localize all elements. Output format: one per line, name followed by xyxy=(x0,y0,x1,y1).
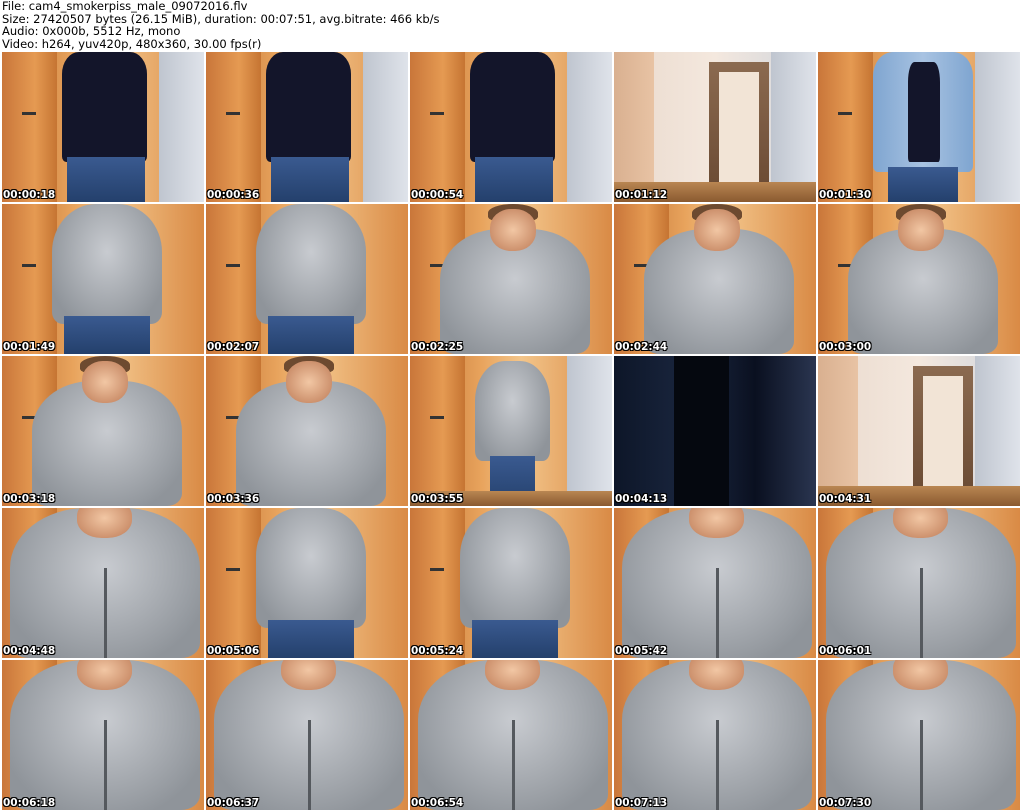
thumbnail-image xyxy=(818,356,1020,506)
thumbnail-timestamp: 00:05:24 xyxy=(411,645,464,657)
thumbnail-image xyxy=(614,52,816,202)
thumbnail-image xyxy=(206,52,408,202)
thumbnail-timestamp: 00:04:48 xyxy=(3,645,56,657)
thumbnail-image xyxy=(818,204,1020,354)
video-thumbnail: 00:06:18 xyxy=(2,660,204,810)
thumbnail-timestamp: 00:04:31 xyxy=(819,493,872,505)
thumbnail-timestamp: 00:03:18 xyxy=(3,493,56,505)
thumbnail-timestamp: 00:05:06 xyxy=(207,645,260,657)
thumbnail-timestamp: 00:06:37 xyxy=(207,797,260,809)
thumbnail-timestamp: 00:00:54 xyxy=(411,189,464,201)
video-thumbnail: 00:04:31 xyxy=(818,356,1020,506)
thumbnail-image xyxy=(410,660,612,810)
thumbnail-image xyxy=(2,356,204,506)
video-thumbnail: 00:00:36 xyxy=(206,52,408,202)
thumbnail-image xyxy=(2,508,204,658)
video-thumbnail: 00:02:07 xyxy=(206,204,408,354)
video-thumbnail: 00:01:12 xyxy=(614,52,816,202)
thumbnail-timestamp: 00:03:55 xyxy=(411,493,464,505)
thumbnail-timestamp: 00:02:25 xyxy=(411,341,464,353)
thumbnail-timestamp: 00:07:30 xyxy=(819,797,872,809)
thumbnail-image xyxy=(818,508,1020,658)
thumbnail-timestamp: 00:03:36 xyxy=(207,493,260,505)
video-thumbnail: 00:03:55 xyxy=(410,356,612,506)
video-thumbnail: 00:00:18 xyxy=(2,52,204,202)
thumbnail-timestamp: 00:02:07 xyxy=(207,341,260,353)
thumbnail-image xyxy=(614,508,816,658)
thumbnail-image xyxy=(206,356,408,506)
video-thumbnail: 00:05:06 xyxy=(206,508,408,658)
video-thumbnail: 00:04:48 xyxy=(2,508,204,658)
video-info: Video: h264, yuv420p, 480x360, 30.00 fps… xyxy=(2,36,262,51)
video-thumbnail: 00:04:13 xyxy=(614,356,816,506)
thumbnail-timestamp: 00:01:12 xyxy=(615,189,668,201)
video-thumbnail: 00:01:49 xyxy=(2,204,204,354)
thumbnail-image xyxy=(614,356,816,506)
thumbnail-timestamp: 00:07:13 xyxy=(615,797,668,809)
video-thumbnail: 00:06:54 xyxy=(410,660,612,810)
video-thumbnail: 00:05:42 xyxy=(614,508,816,658)
thumbnail-image xyxy=(410,508,612,658)
thumbnail-image xyxy=(2,204,204,354)
thumbnail-image xyxy=(818,660,1020,810)
video-thumbnail: 00:02:25 xyxy=(410,204,612,354)
video-thumbnail: 00:03:36 xyxy=(206,356,408,506)
thumbnail-image xyxy=(2,660,204,810)
thumbnail-image xyxy=(614,204,816,354)
thumbnail-grid: 00:00:18 00:00:36 00:00:54 00:01:12 00:01:30… xyxy=(2,52,1023,811)
thumbnail-timestamp: 00:03:00 xyxy=(819,341,872,353)
video-thumbnail: 00:00:54 xyxy=(410,52,612,202)
video-thumbnail: 00:07:30 xyxy=(818,660,1020,810)
thumbnail-timestamp: 00:01:49 xyxy=(3,341,56,353)
file-info-header: File: cam4_smokerpiss_male_09072016.flv … xyxy=(2,0,440,50)
thumbnail-timestamp: 00:06:54 xyxy=(411,797,464,809)
thumbnail-image xyxy=(410,356,612,506)
audio-info: Audio: 0x000b, 5512 Hz, mono xyxy=(2,24,181,38)
video-thumbnail: 00:05:24 xyxy=(410,508,612,658)
thumbnail-timestamp: 00:00:18 xyxy=(3,189,56,201)
thumbnail-timestamp: 00:00:36 xyxy=(207,189,260,201)
video-thumbnail: 00:06:37 xyxy=(206,660,408,810)
file-name: File: cam4_smokerpiss_male_09072016.flv xyxy=(2,0,248,13)
thumbnail-image xyxy=(206,508,408,658)
thumbnail-image xyxy=(206,660,408,810)
thumbnail-timestamp: 00:01:30 xyxy=(819,189,872,201)
video-thumbnail: 00:06:01 xyxy=(818,508,1020,658)
thumbnail-timestamp: 00:06:01 xyxy=(819,645,872,657)
thumbnail-timestamp: 00:06:18 xyxy=(3,797,56,809)
video-thumbnail: 00:07:13 xyxy=(614,660,816,810)
video-thumbnail: 00:03:18 xyxy=(2,356,204,506)
thumbnail-timestamp: 00:05:42 xyxy=(615,645,668,657)
video-thumbnail: 00:02:44 xyxy=(614,204,816,354)
thumbnail-timestamp: 00:04:13 xyxy=(615,493,668,505)
video-thumbnail: 00:03:00 xyxy=(818,204,1020,354)
thumbnail-image xyxy=(818,52,1020,202)
thumbnail-image xyxy=(206,204,408,354)
thumbnail-image xyxy=(2,52,204,202)
thumbnail-image xyxy=(410,204,612,354)
thumbnail-timestamp: 00:02:44 xyxy=(615,341,668,353)
video-thumbnail: 00:01:30 xyxy=(818,52,1020,202)
thumbnail-image xyxy=(410,52,612,202)
thumbnail-image xyxy=(614,660,816,810)
